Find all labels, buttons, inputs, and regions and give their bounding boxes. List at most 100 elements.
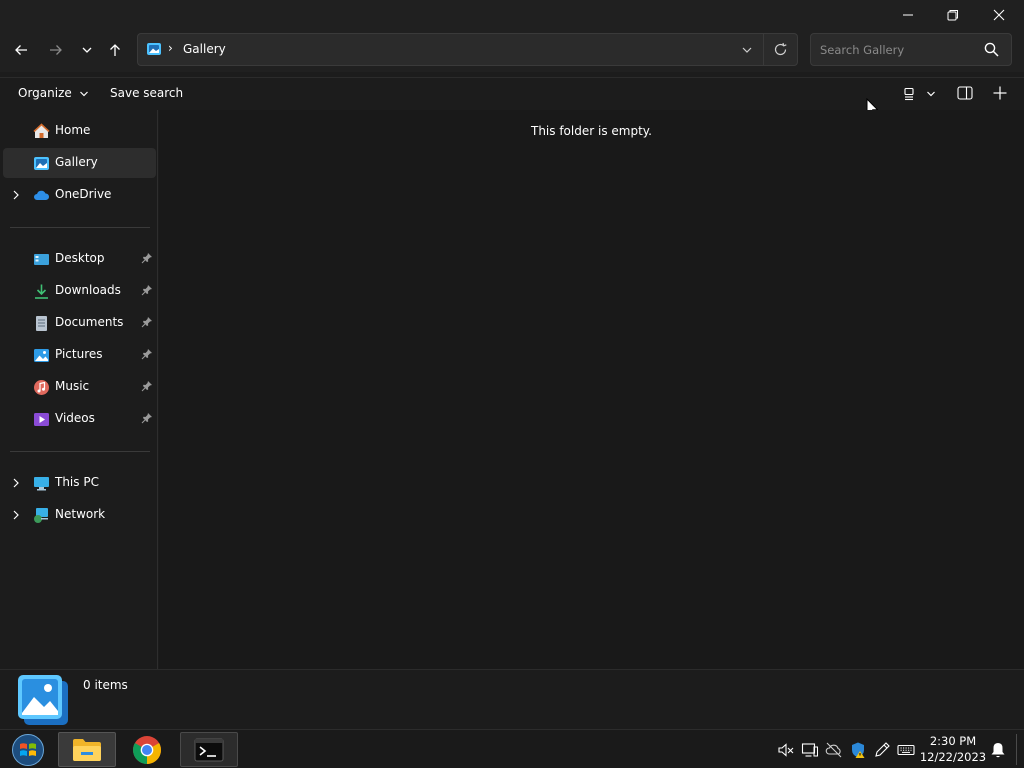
nav-separator — [10, 227, 150, 228]
chrome-icon — [133, 735, 161, 764]
video-icon — [34, 413, 49, 426]
file-explorer-icon — [73, 738, 101, 761]
taskbar: 2:30 PM 12/22/2023 — [0, 729, 1024, 768]
empty-folder-message: This folder is empty. — [531, 124, 652, 138]
pen-icon[interactable] — [873, 741, 891, 759]
organize-label: Organize — [18, 86, 72, 100]
navigation-pane: Home Gallery OneDrive Desktop Downloads … — [0, 110, 158, 669]
taskbar-chrome[interactable] — [124, 732, 170, 767]
nav-item-music-label: Music — [55, 379, 90, 393]
close-icon — [993, 9, 1005, 21]
volume-muted-icon[interactable] — [777, 741, 795, 759]
address-history-chevron-down-icon[interactable] — [741, 44, 753, 56]
terminal-icon — [194, 738, 224, 761]
gallery-icon — [147, 43, 161, 55]
arrow-up-icon — [110, 44, 120, 56]
computer-icon — [34, 477, 49, 491]
keyboard-icon[interactable] — [897, 741, 915, 759]
clock[interactable]: 2:30 PM 12/22/2023 — [918, 733, 988, 767]
chevron-down-icon — [82, 47, 92, 53]
back-button[interactable] — [8, 37, 34, 63]
pin-icon[interactable] — [141, 316, 153, 328]
chevron-down-icon — [79, 91, 88, 96]
nav-item-desktop-label: Desktop — [55, 251, 105, 265]
minimize-icon — [903, 14, 913, 16]
recent-locations-button[interactable] — [74, 37, 100, 63]
view-options-button[interactable] — [900, 86, 940, 102]
nav-item-network-label: Network — [55, 507, 106, 521]
add-icon[interactable] — [993, 86, 1007, 100]
pin-icon[interactable] — [141, 412, 153, 424]
nav-item-desktop[interactable]: Desktop — [3, 244, 156, 274]
breadcrumb-gallery[interactable]: Gallery — [183, 42, 226, 56]
minimize-button[interactable] — [885, 0, 931, 30]
nav-item-videos-label: Videos — [55, 411, 95, 425]
refresh-icon[interactable] — [773, 42, 788, 57]
home-icon — [33, 123, 50, 138]
security-shield-icon[interactable] — [849, 741, 867, 759]
clock-date: 12/22/2023 — [919, 750, 987, 764]
download-icon — [35, 284, 48, 299]
close-button[interactable] — [976, 0, 1022, 30]
nav-item-videos[interactable]: Videos — [3, 404, 156, 434]
view-icon — [904, 87, 914, 101]
pin-icon[interactable] — [141, 380, 153, 392]
clock-time: 2:30 PM — [929, 734, 977, 748]
nav-item-gallery[interactable]: Gallery — [3, 148, 156, 178]
nav-item-downloads-label: Downloads — [55, 283, 121, 297]
nav-item-this-pc-label: This PC — [55, 475, 99, 489]
network-icon — [34, 508, 48, 523]
pin-icon[interactable] — [141, 252, 153, 264]
nav-item-downloads[interactable]: Downloads — [3, 276, 156, 306]
address-row: › Gallery Search Gallery — [0, 30, 1024, 72]
nav-item-pictures[interactable]: Pictures — [3, 340, 156, 370]
start-button[interactable] — [6, 732, 50, 767]
nav-item-documents[interactable]: Documents — [3, 308, 156, 338]
organize-button[interactable]: Organize — [18, 86, 89, 100]
show-desktop-button[interactable] — [1016, 734, 1017, 765]
taskbar-file-explorer[interactable] — [58, 732, 116, 767]
address-bar[interactable]: › Gallery — [137, 33, 798, 66]
save-search-button[interactable]: Save search — [110, 86, 183, 100]
gallery-icon — [18, 675, 68, 725]
details-strip: 0 items — [0, 669, 1024, 729]
nav-item-onedrive[interactable]: OneDrive — [3, 180, 156, 210]
search-icon[interactable] — [984, 42, 999, 57]
document-icon — [36, 316, 47, 331]
item-count: 0 items — [83, 678, 128, 692]
pin-icon[interactable] — [141, 284, 153, 296]
chevron-right-icon[interactable] — [10, 509, 22, 521]
nav-item-gallery-label: Gallery — [55, 155, 98, 169]
pictures-icon — [34, 349, 49, 362]
file-list-area[interactable]: This folder is empty. — [159, 110, 1024, 669]
nav-separator — [10, 451, 150, 452]
nav-item-this-pc[interactable]: This PC — [3, 468, 156, 498]
address-divider — [763, 34, 764, 65]
desktop-icon — [34, 254, 49, 265]
nav-item-home-label: Home — [55, 123, 91, 137]
arrow-right-icon — [50, 45, 62, 55]
search-input[interactable]: Search Gallery — [810, 33, 1012, 66]
start-orb-icon — [12, 733, 44, 766]
forward-button[interactable] — [43, 37, 69, 63]
up-button[interactable] — [102, 37, 128, 63]
gallery-icon — [34, 157, 49, 170]
chevron-down-icon — [927, 91, 935, 97]
taskbar-terminal[interactable] — [180, 732, 238, 767]
command-bar: Organize Save search — [0, 77, 1024, 118]
chevron-right-icon[interactable] — [10, 477, 22, 489]
chevron-right-icon[interactable] — [10, 189, 22, 201]
nav-item-home[interactable]: Home — [3, 116, 156, 146]
title-bar — [0, 0, 1024, 30]
nav-item-network[interactable]: Network — [3, 500, 156, 530]
arrow-left-icon — [15, 45, 27, 55]
notification-bell-icon[interactable] — [989, 741, 1007, 759]
pin-icon[interactable] — [141, 348, 153, 360]
cloud-icon — [34, 190, 50, 200]
restore-button[interactable] — [930, 0, 976, 30]
restore-icon — [947, 10, 958, 21]
cloud-offline-icon[interactable] — [825, 741, 843, 759]
details-pane-icon[interactable] — [957, 86, 973, 100]
nav-item-music[interactable]: Music — [3, 372, 156, 402]
network-status-icon[interactable] — [801, 741, 819, 759]
